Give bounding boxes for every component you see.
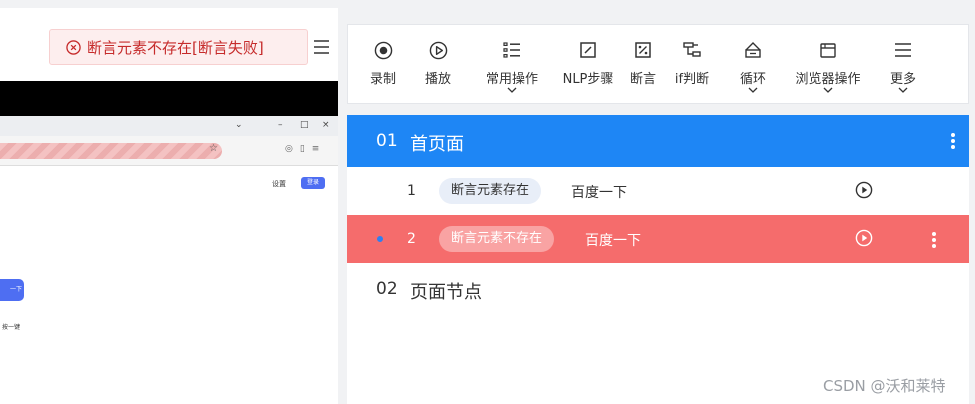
browser-tools-icons: ◎▯≡ (285, 144, 327, 154)
step-row-failed[interactable]: 2 断言元素不存在 百度一下 (347, 215, 969, 263)
action-toolbar: 录制 播放 常用操作 NLP步骤 断言 if判断 循环 浏览器操作 更多 (347, 24, 969, 104)
step-action-tag: 断言元素存在 (439, 178, 542, 204)
browser-icon (818, 40, 838, 60)
more-dropdown[interactable]: 更多 (883, 25, 923, 105)
loop-icon (743, 40, 763, 60)
step-list: 01 首页面 1 断言元素存在 百度一下 2 断言元素不存在 百度一下 02 页… (347, 115, 969, 404)
step-target: 百度一下 (585, 233, 641, 249)
page-screenshot: ⌄ – □ × ☆ ◎▯≡ 设置 登录 一下 按一键 (0, 81, 338, 404)
play-step-icon[interactable] (855, 181, 873, 199)
play-label: 播放 (424, 72, 451, 87)
browser-ops-dropdown[interactable]: 浏览器操作 (788, 25, 868, 105)
hamburger-menu-icon[interactable] (314, 40, 329, 54)
loop-label: 循环 (739, 72, 766, 87)
screenshot-search-button: 一下 (0, 279, 24, 301)
chevron-down-icon (748, 87, 758, 93)
chevron-down-icon (507, 87, 517, 93)
screenshot-page: 设置 登录 一下 按一键 (0, 167, 338, 404)
step-target: 百度一下 (571, 185, 627, 201)
close-icon: × (322, 120, 330, 130)
screenshot-titlebar: ⌄ – □ × (0, 116, 338, 136)
step-number: 1 (407, 183, 416, 199)
common-ops-dropdown[interactable]: 常用操作 (476, 25, 548, 105)
chevron-down-icon (898, 87, 908, 93)
screenshot-login-button: 登录 (301, 177, 325, 189)
nlp-icon (578, 40, 598, 60)
app-root: 断言元素不存在[断言失败] ⌄ – □ × ☆ ◎▯≡ 设置 登录 一下 按一键 (0, 0, 975, 404)
page-title: 首页面 (410, 134, 464, 155)
if-button[interactable]: if判断 (670, 25, 714, 105)
nlp-step-label: NLP步骤 (562, 72, 614, 87)
list-icon (502, 40, 522, 60)
step-number: 2 (407, 231, 416, 247)
page-number: 02 (376, 279, 398, 299)
loop-dropdown[interactable]: 循环 (730, 25, 776, 105)
step-row[interactable]: 1 断言元素存在 百度一下 (347, 167, 969, 215)
maximize-icon: □ (300, 120, 309, 130)
screenshot-address-bar: ☆ ◎▯≡ (0, 136, 338, 166)
record-label: 录制 (369, 72, 396, 87)
assert-fail-badge: 断言元素不存在[断言失败] (49, 29, 308, 65)
screenshot-url-field (0, 143, 222, 159)
nlp-step-button[interactable]: NLP步骤 (556, 25, 620, 105)
assert-button[interactable]: 断言 (625, 25, 661, 105)
assert-label: 断言 (629, 72, 656, 87)
more-label: 更多 (889, 72, 916, 87)
if-icon (682, 40, 702, 60)
if-label: if判断 (674, 72, 710, 87)
screenshot-small-text: 按一键 (2, 324, 21, 331)
step-action-tag: 断言元素不存在 (439, 226, 555, 252)
assert-fail-text: 断言元素不存在[断言失败] (87, 38, 264, 57)
page-title: 页面节点 (410, 282, 482, 303)
kebab-menu-icon[interactable] (951, 133, 955, 149)
page-node-2[interactable]: 02 页面节点 (347, 263, 969, 315)
common-ops-label: 常用操作 (485, 72, 538, 87)
current-step-dot (377, 236, 383, 242)
top-strip (0, 0, 975, 8)
chevron-down-icon: ⌄ (235, 120, 243, 130)
minimize-icon: – (278, 120, 283, 130)
screenshot-black-bar (0, 81, 338, 116)
assert-row: 断言元素不存在[断言失败] (0, 8, 338, 78)
record-icon (373, 40, 393, 60)
preview-panel: 断言元素不存在[断言失败] ⌄ – □ × ☆ ◎▯≡ 设置 登录 一下 按一键 (0, 8, 338, 404)
record-button[interactable]: 录制 (358, 25, 408, 105)
more-icon (893, 40, 913, 60)
kebab-menu-icon[interactable] (932, 232, 936, 248)
chevron-down-icon (823, 87, 833, 93)
play-icon (428, 40, 448, 60)
play-step-icon[interactable] (855, 229, 873, 247)
browser-ops-label: 浏览器操作 (795, 72, 861, 87)
assert-icon (633, 40, 653, 60)
screenshot-settings-link: 设置 (272, 180, 286, 188)
star-icon: ☆ (209, 143, 218, 154)
watermark: CSDN @沃和莱特 (823, 377, 946, 395)
page-number: 01 (376, 131, 398, 151)
play-button[interactable]: 播放 (413, 25, 463, 105)
error-circle-icon (66, 39, 81, 55)
page-node-home[interactable]: 01 首页面 (347, 115, 969, 167)
